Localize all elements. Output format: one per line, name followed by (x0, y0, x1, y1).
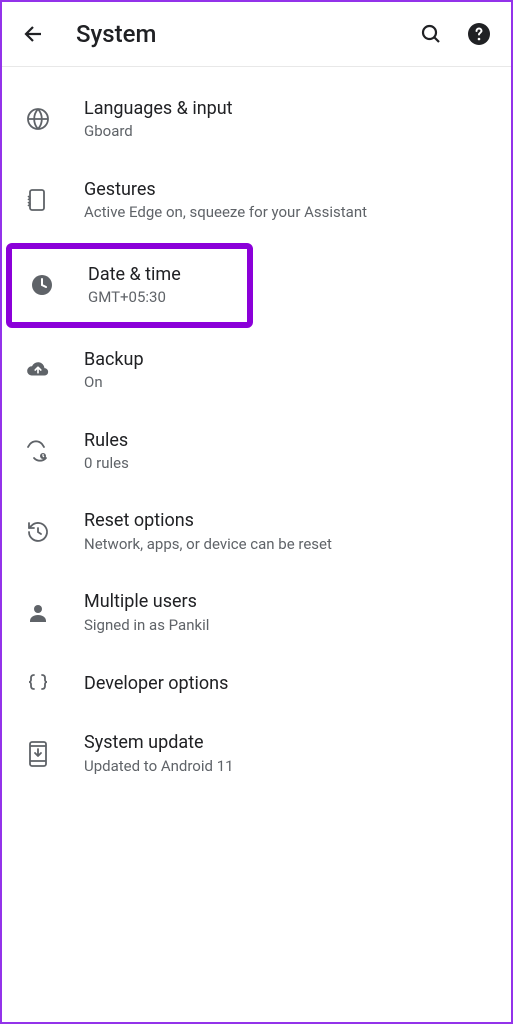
header-actions (419, 22, 491, 46)
row-title: Date & time (88, 263, 181, 286)
row-subtitle: On (84, 373, 144, 393)
row-title: Languages & input (84, 97, 233, 120)
search-button[interactable] (419, 22, 443, 46)
row-texts: Developer options (84, 672, 228, 695)
row-subtitle: Updated to Android 11 (84, 757, 234, 777)
row-title: Gestures (84, 178, 367, 201)
row-title: System update (84, 731, 234, 754)
row-texts: Rules 0 rules (84, 429, 129, 474)
row-texts: Reset options Network, apps, or device c… (84, 509, 332, 554)
row-texts: Backup On (84, 348, 144, 393)
header: System (2, 2, 511, 67)
row-texts: Gestures Active Edge on, squeeze for you… (84, 178, 367, 223)
row-date-time[interactable]: Date & time GMT+05:30 (6, 243, 253, 328)
clock-icon (30, 273, 54, 297)
row-rules[interactable]: Rules 0 rules (2, 411, 511, 492)
row-title: Backup (84, 348, 144, 371)
braces-icon (26, 671, 50, 695)
row-subtitle: Gboard (84, 122, 233, 142)
row-subtitle: GMT+05:30 (88, 288, 181, 308)
row-title: Reset options (84, 509, 332, 532)
row-texts: Multiple users Signed in as Pankil (84, 590, 209, 635)
row-title: Multiple users (84, 590, 209, 613)
page-title: System (76, 20, 419, 48)
row-backup[interactable]: Backup On (2, 330, 511, 411)
arrow-back-icon (22, 22, 46, 46)
row-subtitle: Network, apps, or device can be reset (84, 535, 332, 555)
row-reset-options[interactable]: Reset options Network, apps, or device c… (2, 491, 511, 572)
row-texts: Date & time GMT+05:30 (88, 263, 181, 308)
row-developer-options[interactable]: Developer options (2, 653, 511, 713)
row-system-update[interactable]: System update Updated to Android 11 (2, 713, 511, 794)
help-button[interactable] (467, 22, 491, 46)
reset-icon (26, 520, 50, 544)
row-multiple-users[interactable]: Multiple users Signed in as Pankil (2, 572, 511, 653)
row-languages-input[interactable]: Languages & input Gboard (2, 79, 511, 160)
system-update-icon (26, 742, 50, 766)
gestures-icon (26, 188, 50, 212)
globe-icon (26, 107, 50, 131)
row-title: Developer options (84, 672, 228, 695)
help-icon (467, 21, 491, 47)
row-subtitle: Active Edge on, squeeze for your Assista… (84, 203, 367, 223)
row-subtitle: Signed in as Pankil (84, 616, 209, 636)
rules-icon (26, 439, 50, 463)
row-texts: Languages & input Gboard (84, 97, 233, 142)
row-title: Rules (84, 429, 129, 452)
row-subtitle: 0 rules (84, 454, 129, 474)
cloud-upload-icon (26, 358, 50, 382)
search-icon (419, 22, 443, 46)
back-button[interactable] (22, 22, 46, 46)
row-gestures[interactable]: Gestures Active Edge on, squeeze for you… (2, 160, 511, 241)
row-texts: System update Updated to Android 11 (84, 731, 234, 776)
person-icon (26, 601, 50, 625)
settings-list: Languages & input Gboard Gestures Active… (2, 67, 511, 794)
